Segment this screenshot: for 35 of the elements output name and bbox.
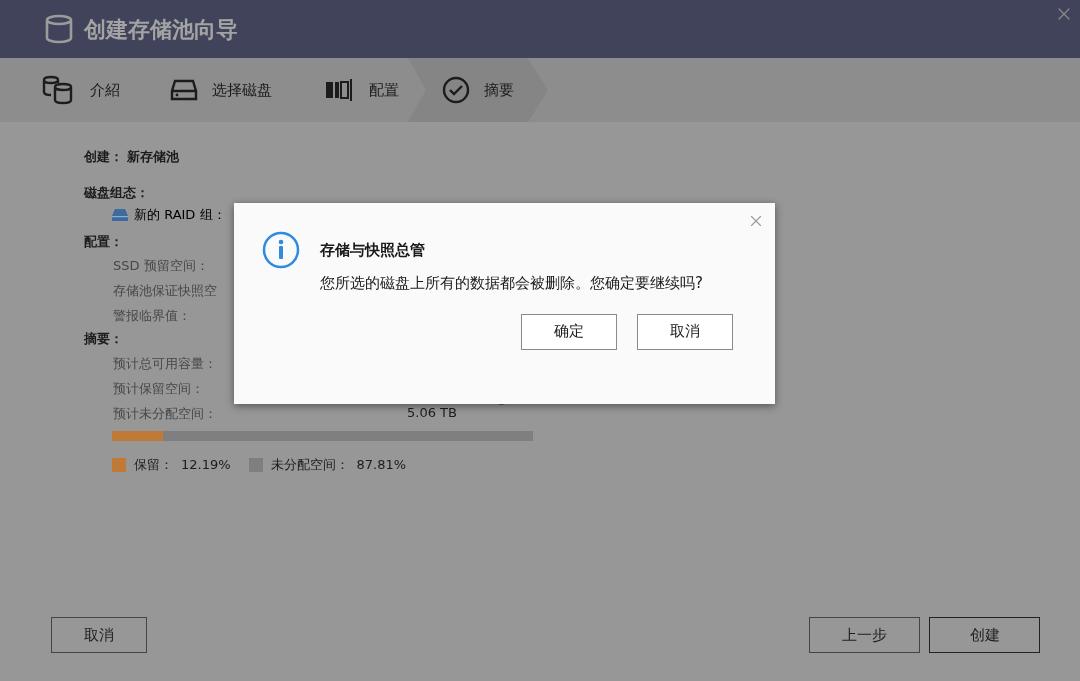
legend-label: 保留： (134, 456, 173, 474)
wizard-step[interactable]: 摘要 (408, 58, 548, 122)
dialog-message: 您所选的磁盘上所有的数据都会被删除。您确定要继续吗? (320, 272, 704, 294)
field-value: 新存储池 (127, 148, 179, 167)
cancel-button[interactable]: 取消 (51, 617, 147, 653)
wizard-step[interactable]: 选择磁盘 (170, 58, 325, 122)
wizard-step[interactable]: 介紹 (42, 58, 170, 122)
field-label: 创建： (84, 148, 123, 167)
field-label: 预计保留空间： (113, 380, 204, 396)
cylinder-icon (44, 14, 74, 44)
drive-icon (170, 79, 198, 101)
legend-label: 未分配空间： (270, 456, 349, 474)
columns-icon (325, 79, 355, 101)
field-label: 摘要： (84, 330, 123, 349)
field-label: 存储池保证快照空 (113, 281, 217, 300)
field-label: 预计总可用容量： (113, 355, 217, 371)
cancel-button[interactable]: 取消 (637, 313, 733, 350)
wizard-step[interactable]: 配置 (325, 58, 408, 122)
dialog-title: 存储与快照总管 (320, 240, 426, 261)
check-circle-icon (442, 76, 470, 104)
field-label: 警报临界值： (113, 306, 191, 325)
field-label: 新的 RAID 组： (134, 206, 226, 225)
drive-icon (112, 209, 128, 221)
create-button[interactable]: 创建 (929, 617, 1040, 653)
window-title: 创建存储池向导 (84, 15, 238, 44)
field-label: 配置： (84, 233, 123, 252)
confirm-button[interactable]: 确定 (521, 313, 617, 350)
info-icon (262, 231, 300, 269)
field-label: 磁盘组态： (84, 184, 149, 203)
field-value: 5.06 TB (407, 403, 457, 422)
legend-value: 87.81% (356, 456, 407, 474)
field-label: SSD 预留空间： (113, 256, 209, 275)
legend-value: 12.19% (181, 456, 231, 474)
back-button[interactable]: 上一步 (809, 617, 920, 653)
field-label: 预计未分配空间： (113, 405, 217, 421)
